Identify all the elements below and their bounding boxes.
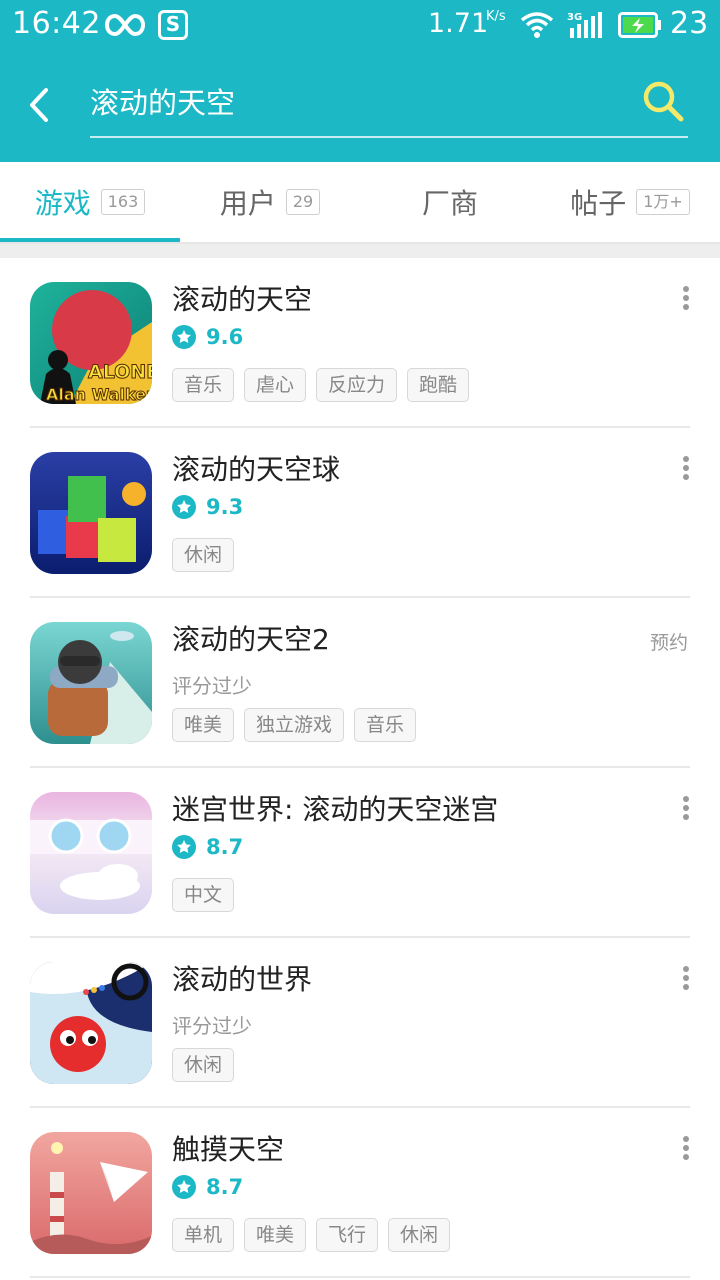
- score: 9.6: [206, 325, 244, 349]
- tab-users[interactable]: 用户 29: [180, 162, 360, 242]
- game-icon: [30, 1132, 152, 1254]
- tab-label: 用户: [219, 187, 276, 220]
- icon-logo-alone: ALONE: [88, 361, 152, 383]
- tag[interactable]: 虐心: [244, 368, 307, 402]
- back-arrow-icon: [30, 88, 48, 122]
- tag[interactable]: 独立游戏: [244, 708, 345, 742]
- active-tab-indicator: [0, 238, 180, 242]
- tab-count: 163: [100, 189, 146, 215]
- tag-list: 中文: [172, 878, 244, 912]
- svg-text:3G: 3G: [567, 12, 582, 23]
- search-input[interactable]: 滚动的天空: [90, 76, 688, 138]
- list-item[interactable]: 滚动的天空球 9.3 休闲: [0, 428, 720, 598]
- star-icon: [172, 325, 196, 349]
- star-icon: [172, 835, 196, 859]
- game-title: 滚动的天空球: [172, 453, 341, 486]
- section-divider: [0, 244, 720, 258]
- score: 9.3: [206, 495, 244, 519]
- more-options-icon[interactable]: [678, 286, 694, 316]
- tab-vendors[interactable]: 厂商: [360, 162, 540, 242]
- network-speed: 1.71: [428, 8, 489, 39]
- tab-label: 游戏: [34, 187, 91, 220]
- star-icon: [172, 495, 196, 519]
- battery-charging-icon: [618, 12, 662, 38]
- more-options-icon[interactable]: [678, 966, 694, 996]
- game-icon: ALONE Alan Walker: [30, 282, 152, 404]
- rating: 8.7: [172, 832, 243, 862]
- rating-insufficient: 评分过少: [172, 674, 252, 698]
- more-options-icon[interactable]: [678, 456, 694, 486]
- rating: 9.3: [172, 492, 243, 522]
- row-divider: [30, 1276, 690, 1278]
- tag-list: 唯美 独立游戏 音乐: [172, 708, 426, 742]
- result-tabs: 游戏 163 用户 29 厂商 帖子 1万+: [0, 162, 720, 244]
- game-title: 触摸天空: [172, 1133, 285, 1166]
- tag-list: 休闲: [172, 538, 244, 572]
- reserve-button[interactable]: 预约: [650, 628, 688, 655]
- score: 8.7: [206, 835, 244, 859]
- rating: 9.6: [172, 322, 243, 352]
- search-icon: [643, 81, 684, 122]
- more-options-icon[interactable]: [678, 796, 694, 826]
- tab-label: 厂商: [421, 187, 478, 220]
- back-button[interactable]: [22, 82, 58, 128]
- game-icon: [30, 452, 152, 574]
- tag[interactable]: 单机: [172, 1218, 235, 1252]
- game-icon: [30, 622, 152, 744]
- tag-list: 音乐 虐心 反应力 跑酷: [172, 368, 479, 402]
- tag[interactable]: 反应力: [316, 368, 398, 402]
- list-item[interactable]: ALONE Alan Walker 滚动的天空 9.6 音乐 虐心 反应力 跑酷: [0, 258, 720, 428]
- game-title: 滚动的天空2: [172, 623, 330, 656]
- game-title: 滚动的世界: [172, 963, 313, 996]
- tag[interactable]: 飞行: [316, 1218, 379, 1252]
- battery-level: 23: [670, 6, 709, 41]
- rating: 8.7: [172, 1172, 243, 1202]
- tag[interactable]: 休闲: [172, 538, 235, 572]
- game-title: 迷宫世界: 滚动的天空迷宫: [172, 793, 499, 826]
- tab-label: 帖子: [570, 187, 627, 220]
- s-app-icon: S: [158, 10, 188, 40]
- signal-icon: 3G: [566, 10, 604, 40]
- game-title: 滚动的天空: [172, 283, 313, 316]
- game-icon: [30, 792, 152, 914]
- tag[interactable]: 中文: [172, 878, 235, 912]
- network-speed-unit: K/s: [486, 9, 506, 24]
- status-time: 16:42: [12, 6, 101, 41]
- tag[interactable]: 唯美: [172, 708, 235, 742]
- tag[interactable]: 音乐: [354, 708, 417, 742]
- tag[interactable]: 跑酷: [407, 368, 470, 402]
- tab-count: 29: [285, 189, 321, 215]
- rating-insufficient: 评分过少: [172, 1014, 252, 1038]
- app-header: 16:42 S 1.71 K/s 3G 23 滚动的天空: [0, 0, 720, 162]
- more-options-icon[interactable]: [678, 1136, 694, 1166]
- icon-logo-alan-walker: Alan Walker: [46, 385, 152, 404]
- list-item[interactable]: 滚动的世界 评分过少 休闲: [0, 938, 720, 1108]
- status-bar: 16:42 S 1.71 K/s 3G 23: [0, 0, 720, 52]
- wifi-icon: [520, 10, 554, 40]
- star-icon: [172, 1175, 196, 1199]
- tab-games[interactable]: 游戏 163: [0, 162, 180, 242]
- tab-count: 1万+: [636, 189, 690, 215]
- tag[interactable]: 休闲: [172, 1048, 235, 1082]
- search-query-text: 滚动的天空: [90, 86, 236, 120]
- tag-list: 单机 唯美 飞行 休闲: [172, 1218, 460, 1252]
- list-item[interactable]: 迷宫世界: 滚动的天空迷宫 8.7 中文: [0, 768, 720, 938]
- game-icon: [30, 962, 152, 1084]
- infinity-icon: [104, 10, 146, 40]
- list-item[interactable]: 滚动的天空2 评分过少 唯美 独立游戏 音乐 预约: [0, 598, 720, 768]
- tab-posts[interactable]: 帖子 1万+: [540, 162, 720, 242]
- tag-list: 休闲: [172, 1048, 244, 1082]
- list-item[interactable]: 触摸天空 8.7 单机 唯美 飞行 休闲: [0, 1108, 720, 1278]
- tag[interactable]: 休闲: [388, 1218, 451, 1252]
- search-button[interactable]: [640, 78, 686, 124]
- score: 8.7: [206, 1175, 244, 1199]
- tag[interactable]: 唯美: [244, 1218, 307, 1252]
- tag[interactable]: 音乐: [172, 368, 235, 402]
